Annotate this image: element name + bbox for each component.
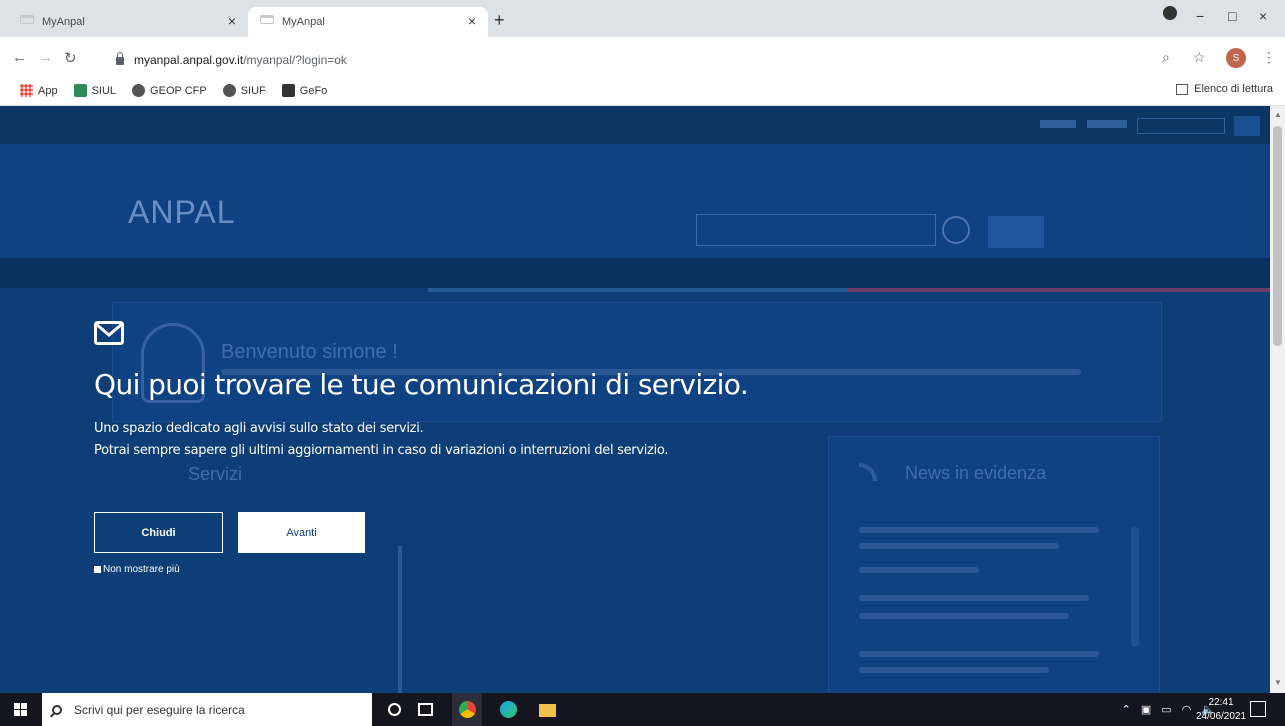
anpal-logo: ANPAL <box>128 194 236 230</box>
clock-date: 24/06/2021 <box>1196 711 1247 722</box>
tab-title: MyAnpal <box>282 16 325 28</box>
news-placeholder <box>859 567 979 573</box>
chrome-icon[interactable] <box>459 701 476 718</box>
page-scrollbar[interactable]: ▲ ▼ <box>1270 106 1285 693</box>
menu-kebab-icon[interactable]: ⋮ <box>1262 49 1276 66</box>
scroll-up-icon[interactable]: ▲ <box>1274 110 1282 119</box>
reading-list-icon <box>1176 83 1189 95</box>
news-placeholder <box>859 651 1099 657</box>
chevron-up-icon[interactable]: ⌃ <box>1122 703 1131 716</box>
taskbar-search-box[interactable]: Scrivi qui per eseguire la ricerca <box>42 693 372 726</box>
bookmark-geop-cfp[interactable]: GEOP CFP <box>132 84 207 97</box>
windows-taskbar: Scrivi qui per eseguire la ricerca ⌃ ▣ ▭… <box>0 693 1285 726</box>
rss-icon <box>859 463 877 481</box>
tab-favicon-icon <box>20 15 34 24</box>
next-button[interactable]: Avanti <box>238 512 365 553</box>
cortana-icon[interactable] <box>388 703 401 716</box>
search-placeholder: Scrivi qui per eseguire la ricerca <box>74 702 245 717</box>
republic-emblem-icon <box>942 216 970 244</box>
task-view-icon[interactable] <box>418 703 433 716</box>
bookmark-app[interactable]: App <box>20 84 58 97</box>
battery-icon[interactable]: ▭ <box>1161 703 1171 716</box>
tab-title: MyAnpal <box>42 16 85 28</box>
browser-tab-strip: MyAnpal × MyAnpal × + − □ × <box>0 0 1285 37</box>
tab-favicon-icon <box>260 15 274 24</box>
new-tab-button[interactable]: + <box>494 10 505 31</box>
globe-icon <box>132 84 146 97</box>
lock-icon <box>116 52 124 65</box>
apps-grid-icon <box>20 84 33 97</box>
reading-list-button[interactable]: Elenco di lettura <box>1176 83 1273 95</box>
tab-close-icon[interactable]: × <box>228 13 236 29</box>
close-button[interactable]: Chiudi <box>94 512 223 553</box>
news-placeholder <box>859 613 1069 619</box>
reload-icon[interactable]: ↻ <box>64 49 77 67</box>
scroll-thumb[interactable] <box>1273 126 1282 346</box>
profile-avatar[interactable]: S <box>1226 48 1246 68</box>
forward-arrow-icon[interactable]: → <box>38 49 53 66</box>
checkbox-icon[interactable] <box>94 566 101 573</box>
bookmark-siuf[interactable]: SIUF <box>222 84 266 97</box>
overlay-line-2: Potrai sempre sapere gli ultimi aggiorna… <box>94 443 669 458</box>
maximize-button[interactable]: □ <box>1228 8 1236 24</box>
globe-icon <box>222 84 236 97</box>
wifi-icon[interactable]: ◠ <box>1182 703 1192 716</box>
close-window-button[interactable]: × <box>1259 8 1267 24</box>
overlay-title: Qui puoi trovare le tue comunicazioni di… <box>94 368 749 401</box>
dont-show-again-checkbox[interactable]: Non mostrare più <box>94 564 180 575</box>
news-card: News in evidenza <box>828 436 1160 693</box>
topbar-controls <box>1040 116 1260 136</box>
bookmark-gefo[interactable]: GeFo <box>281 84 327 97</box>
notification-center-icon[interactable] <box>1250 701 1266 717</box>
news-title: News in evidenza <box>905 463 1047 483</box>
news-placeholder <box>859 595 1089 601</box>
search-icon <box>52 704 62 715</box>
numero-unico-box <box>696 214 936 246</box>
browser-tab-2[interactable]: MyAnpal × <box>248 7 488 37</box>
bookmark-siul[interactable]: SIUL <box>73 84 116 97</box>
news-placeholder <box>859 543 1059 549</box>
bookmarks-bar: App SIUL GEOP CFP SIUF GeFo Elenco di le… <box>0 76 1285 106</box>
edge-icon[interactable] <box>500 701 517 718</box>
app-tray-icon[interactable]: ▣ <box>1141 703 1151 716</box>
overlay-line-1: Uno spazio dedicato agli avvisi sullo st… <box>94 421 424 436</box>
minimize-button[interactable]: − <box>1196 8 1204 24</box>
back-arrow-icon[interactable]: ← <box>12 49 27 66</box>
envelope-icon <box>94 321 124 345</box>
taskbar-clock[interactable]: 22:41 24/06/2021 <box>1196 696 1246 724</box>
record-indicator-icon <box>1163 6 1177 20</box>
services-title: Servizi <box>188 464 243 484</box>
eu-flag-icon <box>988 216 1044 248</box>
news-placeholder <box>859 667 1049 673</box>
site-topbar <box>0 106 1270 144</box>
divider <box>398 546 402 693</box>
news-placeholder <box>859 527 1099 533</box>
bookmark-star-icon[interactable]: ☆ <box>1193 49 1206 66</box>
clock-time: 22:41 <box>1208 697 1234 708</box>
tab-close-icon[interactable]: × <box>468 13 476 29</box>
file-explorer-icon[interactable] <box>539 704 556 717</box>
address-bar[interactable]: myanpal.anpal.gov.it/myanpal/?login=ok <box>116 49 766 71</box>
welcome-card: Benvenuto simone ! <box>112 302 1162 422</box>
divider <box>848 288 1270 292</box>
windows-start-icon[interactable] <box>14 703 28 717</box>
site-header: ANPAL <box>0 144 1270 258</box>
site-nav <box>0 258 1270 288</box>
scroll-down-icon[interactable]: ▼ <box>1274 678 1282 687</box>
news-scrollbar <box>1131 527 1139 647</box>
divider <box>428 288 848 292</box>
url-host: myanpal.anpal.gov.it <box>134 53 244 67</box>
welcome-title: Benvenuto simone ! <box>221 341 398 363</box>
gefo-icon <box>281 84 295 97</box>
url-path: /myanpal/?login=ok <box>243 53 347 67</box>
browser-tab-1[interactable]: MyAnpal × <box>8 7 249 37</box>
siul-icon <box>73 84 87 97</box>
zoom-search-icon[interactable]: ⌕ <box>1162 49 1170 66</box>
